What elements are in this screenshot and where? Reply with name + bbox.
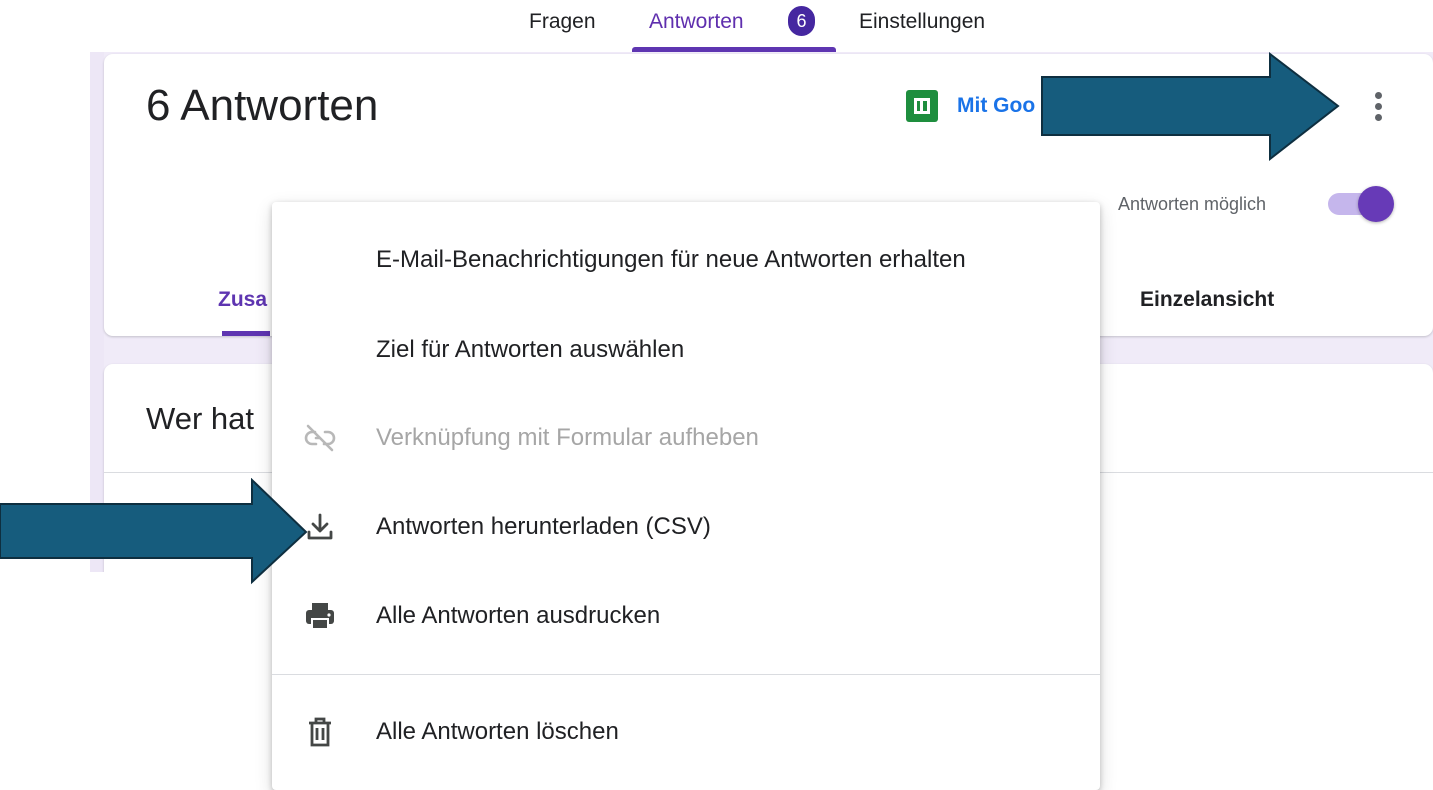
menu-item-label: Ziel für Antworten auswählen (376, 336, 685, 363)
menu-item-label: Antworten herunterladen (CSV) (376, 513, 711, 540)
menu-divider (272, 674, 1100, 675)
print-icon (306, 603, 334, 630)
accepting-responses-label: Antworten möglich (1118, 194, 1267, 214)
annotation-arrow-right-icon (1041, 52, 1340, 162)
tab-responses[interactable]: Antworten (649, 8, 744, 36)
menu-item-delete-all[interactable]: Alle Antworten löschen (272, 692, 1100, 772)
menu-item-label: Alle Antworten ausdrucken (376, 602, 661, 629)
menu-item-unlink-form: Verknüpfung mit Formular aufheben (272, 398, 1100, 478)
subtab-individual[interactable]: Einzelansicht (1140, 287, 1274, 313)
menu-item-select-destination[interactable]: Ziel für Antworten auswählen (272, 310, 1100, 390)
accepting-responses-toggle-thumb[interactable] (1358, 186, 1394, 222)
link-to-sheets-button[interactable]: Mit Goo (957, 92, 1047, 120)
menu-item-print-all[interactable]: Alle Antworten ausdrucken (272, 576, 1100, 656)
subtab-summary[interactable]: Zusa (218, 287, 267, 313)
menu-item-email-notifications[interactable]: E-Mail-Benachrichtigungen für neue Antwo… (272, 220, 1100, 300)
question-title: Wer hat (146, 401, 254, 436)
google-sheets-icon[interactable] (906, 90, 938, 122)
trash-icon (309, 717, 331, 747)
top-tab-bar: Fragen Antworten 6 Einstellungen (0, 0, 1433, 52)
more-options-icon[interactable] (1366, 86, 1392, 126)
tab-settings[interactable]: Einstellungen (859, 8, 985, 36)
menu-item-label: E-Mail-Benachrichtigungen für neue Antwo… (376, 246, 966, 273)
link-off-icon (304, 424, 336, 452)
annotation-arrow-download-icon (0, 478, 308, 585)
menu-item-label: Verknüpfung mit Formular aufheben (376, 424, 759, 451)
subtab-summary-indicator (222, 331, 270, 336)
forms-responses-page: Fragen Antworten 6 Einstellungen 6 Antwo… (0, 0, 1433, 790)
more-options-menu: E-Mail-Benachrichtigungen für neue Antwo… (272, 202, 1100, 790)
tab-questions[interactable]: Fragen (529, 8, 596, 36)
menu-item-label: Alle Antworten löschen (376, 718, 619, 745)
responses-count-title: 6 Antworten (146, 81, 379, 130)
responses-count-badge: 6 (788, 6, 815, 36)
menu-item-download-csv[interactable]: Antworten herunterladen (CSV) (272, 487, 1100, 567)
